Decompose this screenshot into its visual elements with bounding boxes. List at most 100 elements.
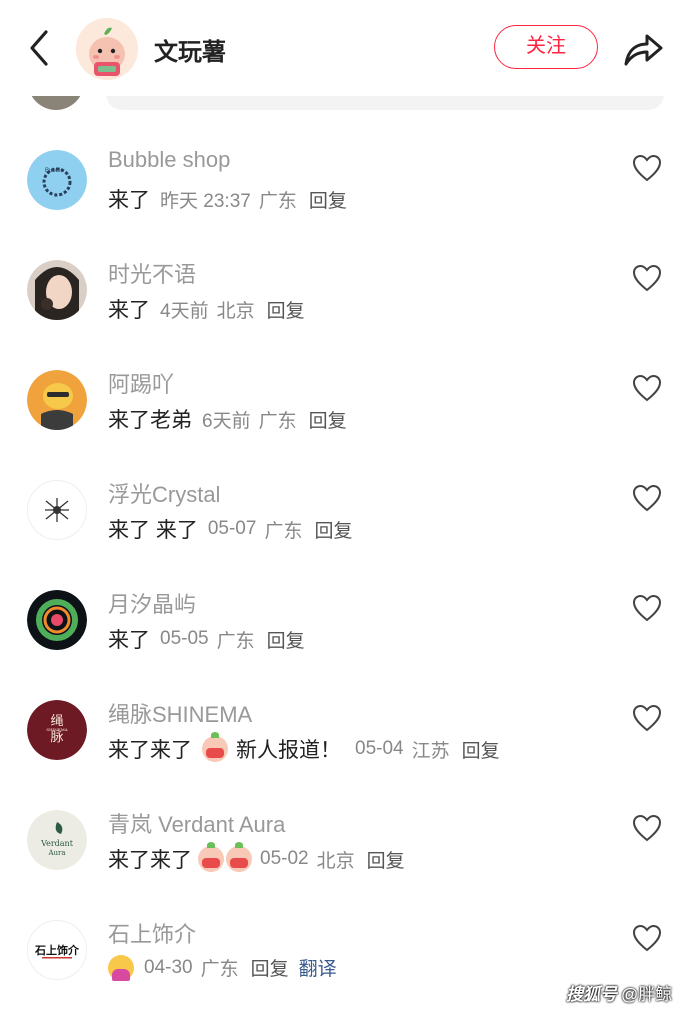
comment-body: 来了 昨天 23:37 广东 回复 (108, 184, 347, 214)
commenter-name[interactable]: 阿踢吖 (108, 367, 174, 399)
like-button[interactable] (632, 264, 662, 292)
sweet-potato-mascot-icon (76, 18, 138, 80)
comment-location: 广东 (264, 520, 303, 542)
comment-location: 广东 (200, 959, 239, 980)
reply-button[interactable]: 回复 (367, 846, 405, 873)
commenter-avatar[interactable]: 绳 脉 SHINEMA (27, 700, 87, 760)
comment-location: 广东 (258, 190, 297, 212)
commenter-name[interactable]: 绳脉SHINEMA (108, 697, 252, 729)
author-name[interactable]: 文玩薯 (154, 32, 226, 67)
comment-location: 北京 (216, 300, 255, 322)
comment-time: 05-02 (260, 848, 309, 869)
comment-item: Bubble Bubble shop 来了 昨天 23:37 广东 回复 (0, 142, 690, 252)
reply-button[interactable]: 回复 (251, 954, 289, 981)
commenter-name[interactable]: 月汐晶屿 (108, 587, 196, 619)
heart-icon (632, 154, 662, 182)
like-button[interactable] (632, 154, 662, 182)
translate-button[interactable]: 翻译 (299, 954, 337, 981)
comment-text: 来了 (108, 629, 150, 652)
comment-time: 05-07 (207, 518, 257, 539)
shinema-logo-icon: 绳 脉 SHINEMA (27, 700, 87, 760)
comment-body: 来了 来了 05-07 广东 回复 (108, 514, 352, 544)
heart-icon (632, 814, 662, 842)
commenter-avatar[interactable] (27, 480, 87, 540)
comment-text: 来了 (108, 299, 150, 322)
commenter-avatar[interactable] (27, 590, 87, 650)
comment-text: 来了 (108, 189, 150, 212)
comment-item: 时光不语 来了 4天前 北京 回复 (0, 252, 690, 362)
commenter-name[interactable]: 青岚 Verdant Aura (108, 807, 285, 839)
comment-time: 04-30 (144, 956, 193, 978)
like-button[interactable] (632, 594, 662, 622)
heart-icon (632, 924, 662, 952)
comment-time: 4天前 (160, 300, 209, 322)
svg-text:脉: 脉 (50, 730, 63, 745)
comment-time: 昨天 23:37 (160, 190, 251, 212)
verdant-aura-logo-icon: Verdant Aura (27, 810, 87, 870)
commenter-avatar[interactable] (27, 260, 87, 320)
raising-hand-emoji-icon (108, 954, 134, 981)
comment-text: 来了来了 (108, 849, 192, 872)
commenter-avatar[interactable] (27, 370, 87, 430)
comment-body: 来了 05-05 广东 回复 (108, 624, 305, 654)
share-button[interactable] (620, 26, 666, 72)
like-button[interactable] (632, 374, 662, 402)
commenter-name[interactable]: 浮光Crystal (108, 477, 220, 509)
commenter-avatar[interactable]: 石上饰介 (27, 920, 87, 980)
svg-text:石上饰介: 石上饰介 (34, 943, 80, 957)
reply-button[interactable]: 回复 (267, 626, 305, 653)
watermark-brand: 搜狐号 (566, 985, 617, 1004)
reply-button[interactable]: 回复 (267, 296, 305, 323)
comment-item: 月汐晶屿 来了 05-05 广东 回复 (0, 582, 690, 692)
comment-location: 北京 (316, 850, 355, 872)
like-button[interactable] (632, 484, 662, 512)
comment-item: Verdant Aura 青岚 Verdant Aura 来了来了 05-02 … (0, 802, 690, 912)
heart-icon (632, 264, 662, 292)
author-avatar[interactable] (76, 18, 138, 80)
crystal-ring-icon (27, 590, 87, 650)
like-button[interactable] (632, 924, 662, 952)
sweet-potato-emoji-icon (226, 842, 252, 872)
reply-button[interactable]: 回复 (309, 186, 347, 213)
reply-button[interactable]: 回复 (309, 406, 347, 433)
comment-time: 05-05 (160, 628, 209, 649)
spider-logo-icon (28, 481, 86, 539)
calligraphy-logo-icon: 石上饰介 (28, 921, 86, 979)
bracelet-logo-icon: Bubble (27, 150, 87, 210)
comment-text-after-emoji: 新人报道！ (236, 739, 341, 762)
comment-text: 来了来了 (108, 739, 192, 762)
commenter-name[interactable]: 石上饰介 (108, 917, 196, 949)
share-icon (624, 34, 663, 66)
comment-location: 广东 (216, 630, 255, 652)
comment-item: 绳 脉 SHINEMA 绳脉SHINEMA 来了来了 新人报道！ 05-04 江… (0, 692, 690, 802)
comment-text: 来了 来了 (108, 519, 198, 542)
chevron-left-icon (30, 30, 48, 66)
cartoon-character-icon (27, 370, 87, 430)
heart-icon (632, 594, 662, 622)
comment-body: 来了老弟 6天前 广东 回复 (108, 404, 347, 434)
heart-icon (632, 704, 662, 732)
commenter-avatar[interactable]: Verdant Aura (27, 810, 87, 870)
svg-text:Aura: Aura (47, 849, 65, 857)
back-button[interactable] (22, 26, 58, 70)
svg-text:Verdant: Verdant (40, 839, 74, 848)
follow-button[interactable]: 关注 (494, 25, 598, 69)
commenter-name[interactable]: 时光不语 (108, 257, 196, 289)
commenter-name[interactable]: Bubble shop (108, 147, 230, 173)
comment-body: 来了来了 新人报道！ 05-04 江苏 回复 (108, 732, 500, 764)
comment-time: 05-04 (355, 738, 404, 759)
commenter-avatar[interactable]: Bubble (27, 150, 87, 210)
comment-text: 来了老弟 (108, 409, 192, 432)
like-button[interactable] (632, 814, 662, 842)
svg-text:SHINEMA: SHINEMA (46, 727, 67, 732)
note-header: 文玩薯 关注 (0, 0, 690, 96)
comment-time: 6天前 (202, 410, 251, 432)
comment-body: 04-30 广东 回复 翻译 (108, 954, 337, 981)
comment-item: 浮光Crystal 来了 来了 05-07 广东 回复 (0, 472, 690, 582)
comment-item: 阿踢吖 来了老弟 6天前 广东 回复 (0, 362, 690, 472)
reply-button[interactable]: 回复 (314, 516, 352, 543)
like-button[interactable] (632, 704, 662, 732)
heart-icon (632, 484, 662, 512)
watermark-handle: @胖鲸 (621, 985, 673, 1004)
reply-button[interactable]: 回复 (462, 736, 500, 763)
